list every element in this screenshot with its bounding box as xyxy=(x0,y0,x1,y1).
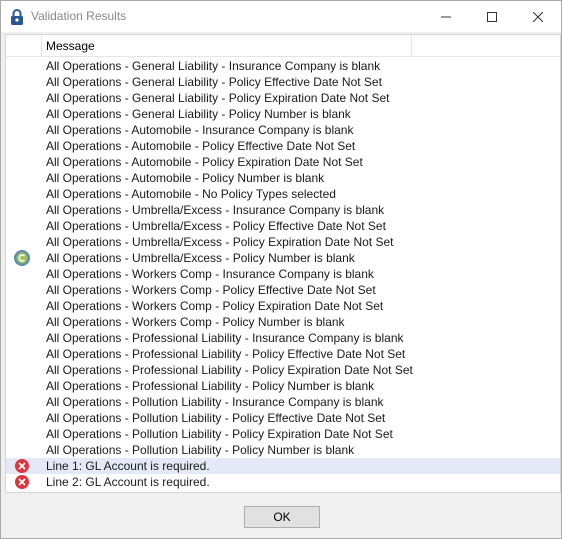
list-item-text: All Operations - Automobile - No Policy … xyxy=(46,187,336,201)
validation-results-window: Validation Results Message All Operation… xyxy=(0,0,562,539)
list-item-text: All Operations - Workers Comp - Insuranc… xyxy=(46,267,374,281)
list-rows: All Operations - General Liability - Ins… xyxy=(6,58,560,490)
list-item-text: All Operations - General Liability - Pol… xyxy=(46,91,390,105)
list-item[interactable]: All Operations - General Liability - Pol… xyxy=(6,90,560,106)
error-icon xyxy=(14,458,30,474)
lock-icon xyxy=(10,8,24,26)
list-item-text: All Operations - Professional Liability … xyxy=(46,331,404,345)
message-column-header[interactable]: Message xyxy=(42,35,412,57)
list-item[interactable]: All Operations - Professional Liability … xyxy=(6,346,560,362)
icon-column-header[interactable] xyxy=(6,35,42,57)
close-icon xyxy=(533,11,543,22)
list-item-text: All Operations - Workers Comp - Policy E… xyxy=(46,299,384,313)
list-item-text: All Operations - Automobile - Policy Exp… xyxy=(46,155,363,169)
list-item-text: All Operations - General Liability - Pol… xyxy=(46,107,351,121)
list-item[interactable]: All Operations - General Liability - Ins… xyxy=(6,58,560,74)
title-bar[interactable]: Validation Results xyxy=(1,1,561,32)
list-item-text: All Operations - Umbrella/Excess - Insur… xyxy=(46,203,385,217)
list-item[interactable]: All Operations - Workers Comp - Insuranc… xyxy=(6,266,560,282)
list-item[interactable]: All Operations - Pollution Liability - P… xyxy=(6,442,560,458)
window-title: Validation Results xyxy=(31,9,127,23)
list-item[interactable]: All Operations - Automobile - Policy Num… xyxy=(6,170,560,186)
list-item-text: All Operations - Professional Liability … xyxy=(46,379,375,393)
ok-button[interactable]: OK xyxy=(244,506,320,528)
list-item[interactable]: All Operations - Automobile - Policy Eff… xyxy=(6,138,560,154)
close-button[interactable] xyxy=(515,1,561,32)
maximize-button[interactable] xyxy=(469,1,515,32)
list-item[interactable]: All Operations - Professional Liability … xyxy=(6,378,560,394)
list-item[interactable]: All Operations - Automobile - Insurance … xyxy=(6,122,560,138)
minimize-icon xyxy=(441,16,451,17)
list-item[interactable]: All Operations - Pollution Liability - I… xyxy=(6,394,560,410)
list-item[interactable]: All Operations - Pollution Liability - P… xyxy=(6,426,560,442)
list-item[interactable]: All Operations - Automobile - Policy Exp… xyxy=(6,154,560,170)
list-item-text: Line 2: GL Account is required. xyxy=(46,475,210,489)
list-item[interactable]: All Operations - Pollution Liability - P… xyxy=(6,410,560,426)
minimize-button[interactable] xyxy=(423,1,469,32)
list-item-text: All Operations - Automobile - Policy Num… xyxy=(46,171,325,185)
list-item-text: All Operations - General Liability - Pol… xyxy=(46,75,382,89)
list-item-text: All Operations - Workers Comp - Policy N… xyxy=(46,315,345,329)
error-icon xyxy=(14,474,30,490)
list-item-text: All Operations - Pollution Liability - P… xyxy=(46,443,355,457)
list-item-text: All Operations - General Liability - Ins… xyxy=(46,59,381,73)
list-item[interactable]: All Operations - Workers Comp - Policy E… xyxy=(6,298,560,314)
list-item-text: All Operations - Pollution Liability - I… xyxy=(46,395,384,409)
list-item[interactable]: All Operations - Professional Liability … xyxy=(6,330,560,346)
list-item[interactable]: All Operations - Umbrella/Excess - Polic… xyxy=(6,218,560,234)
validation-list[interactable]: Message All Operations - General Liabili… xyxy=(5,34,561,493)
list-item[interactable]: All Operations - Umbrella/Excess - Insur… xyxy=(6,202,560,218)
list-item-text: All Operations - Pollution Liability - P… xyxy=(46,427,393,441)
list-item-text: All Operations - Umbrella/Excess - Polic… xyxy=(46,219,386,233)
list-item-text: All Operations - Professional Liability … xyxy=(46,347,406,361)
list-item-text: All Operations - Automobile - Insurance … xyxy=(46,123,354,137)
list-item-text: All Operations - Automobile - Policy Eff… xyxy=(46,139,356,153)
list-item[interactable]: All Operations - Umbrella/Excess - Polic… xyxy=(6,250,560,266)
list-item-text: All Operations - Pollution Liability - P… xyxy=(46,411,386,425)
list-item[interactable]: Line 1: GL Account is required. xyxy=(6,458,560,474)
list-item-text: All Operations - Umbrella/Excess - Polic… xyxy=(46,251,355,265)
list-item[interactable]: All Operations - Umbrella/Excess - Polic… xyxy=(6,234,560,250)
list-item[interactable]: All Operations - Professional Liability … xyxy=(6,362,560,378)
list-item[interactable]: All Operations - General Liability - Pol… xyxy=(6,74,560,90)
list-item[interactable]: All Operations - Workers Comp - Policy E… xyxy=(6,282,560,298)
list-item-text: All Operations - Professional Liability … xyxy=(46,363,413,377)
list-item[interactable]: All Operations - General Liability - Pol… xyxy=(6,106,560,122)
app-logo-icon xyxy=(13,249,31,267)
list-item[interactable]: All Operations - Automobile - No Policy … xyxy=(6,186,560,202)
list-item-text: Line 1: GL Account is required. xyxy=(46,459,210,473)
list-item[interactable]: Line 2: GL Account is required. xyxy=(6,474,560,490)
maximize-icon xyxy=(487,11,497,22)
list-item-text: All Operations - Umbrella/Excess - Polic… xyxy=(46,235,394,249)
list-header: Message xyxy=(6,35,560,57)
list-item-text: All Operations - Workers Comp - Policy E… xyxy=(46,283,376,297)
list-item[interactable]: All Operations - Workers Comp - Policy N… xyxy=(6,314,560,330)
